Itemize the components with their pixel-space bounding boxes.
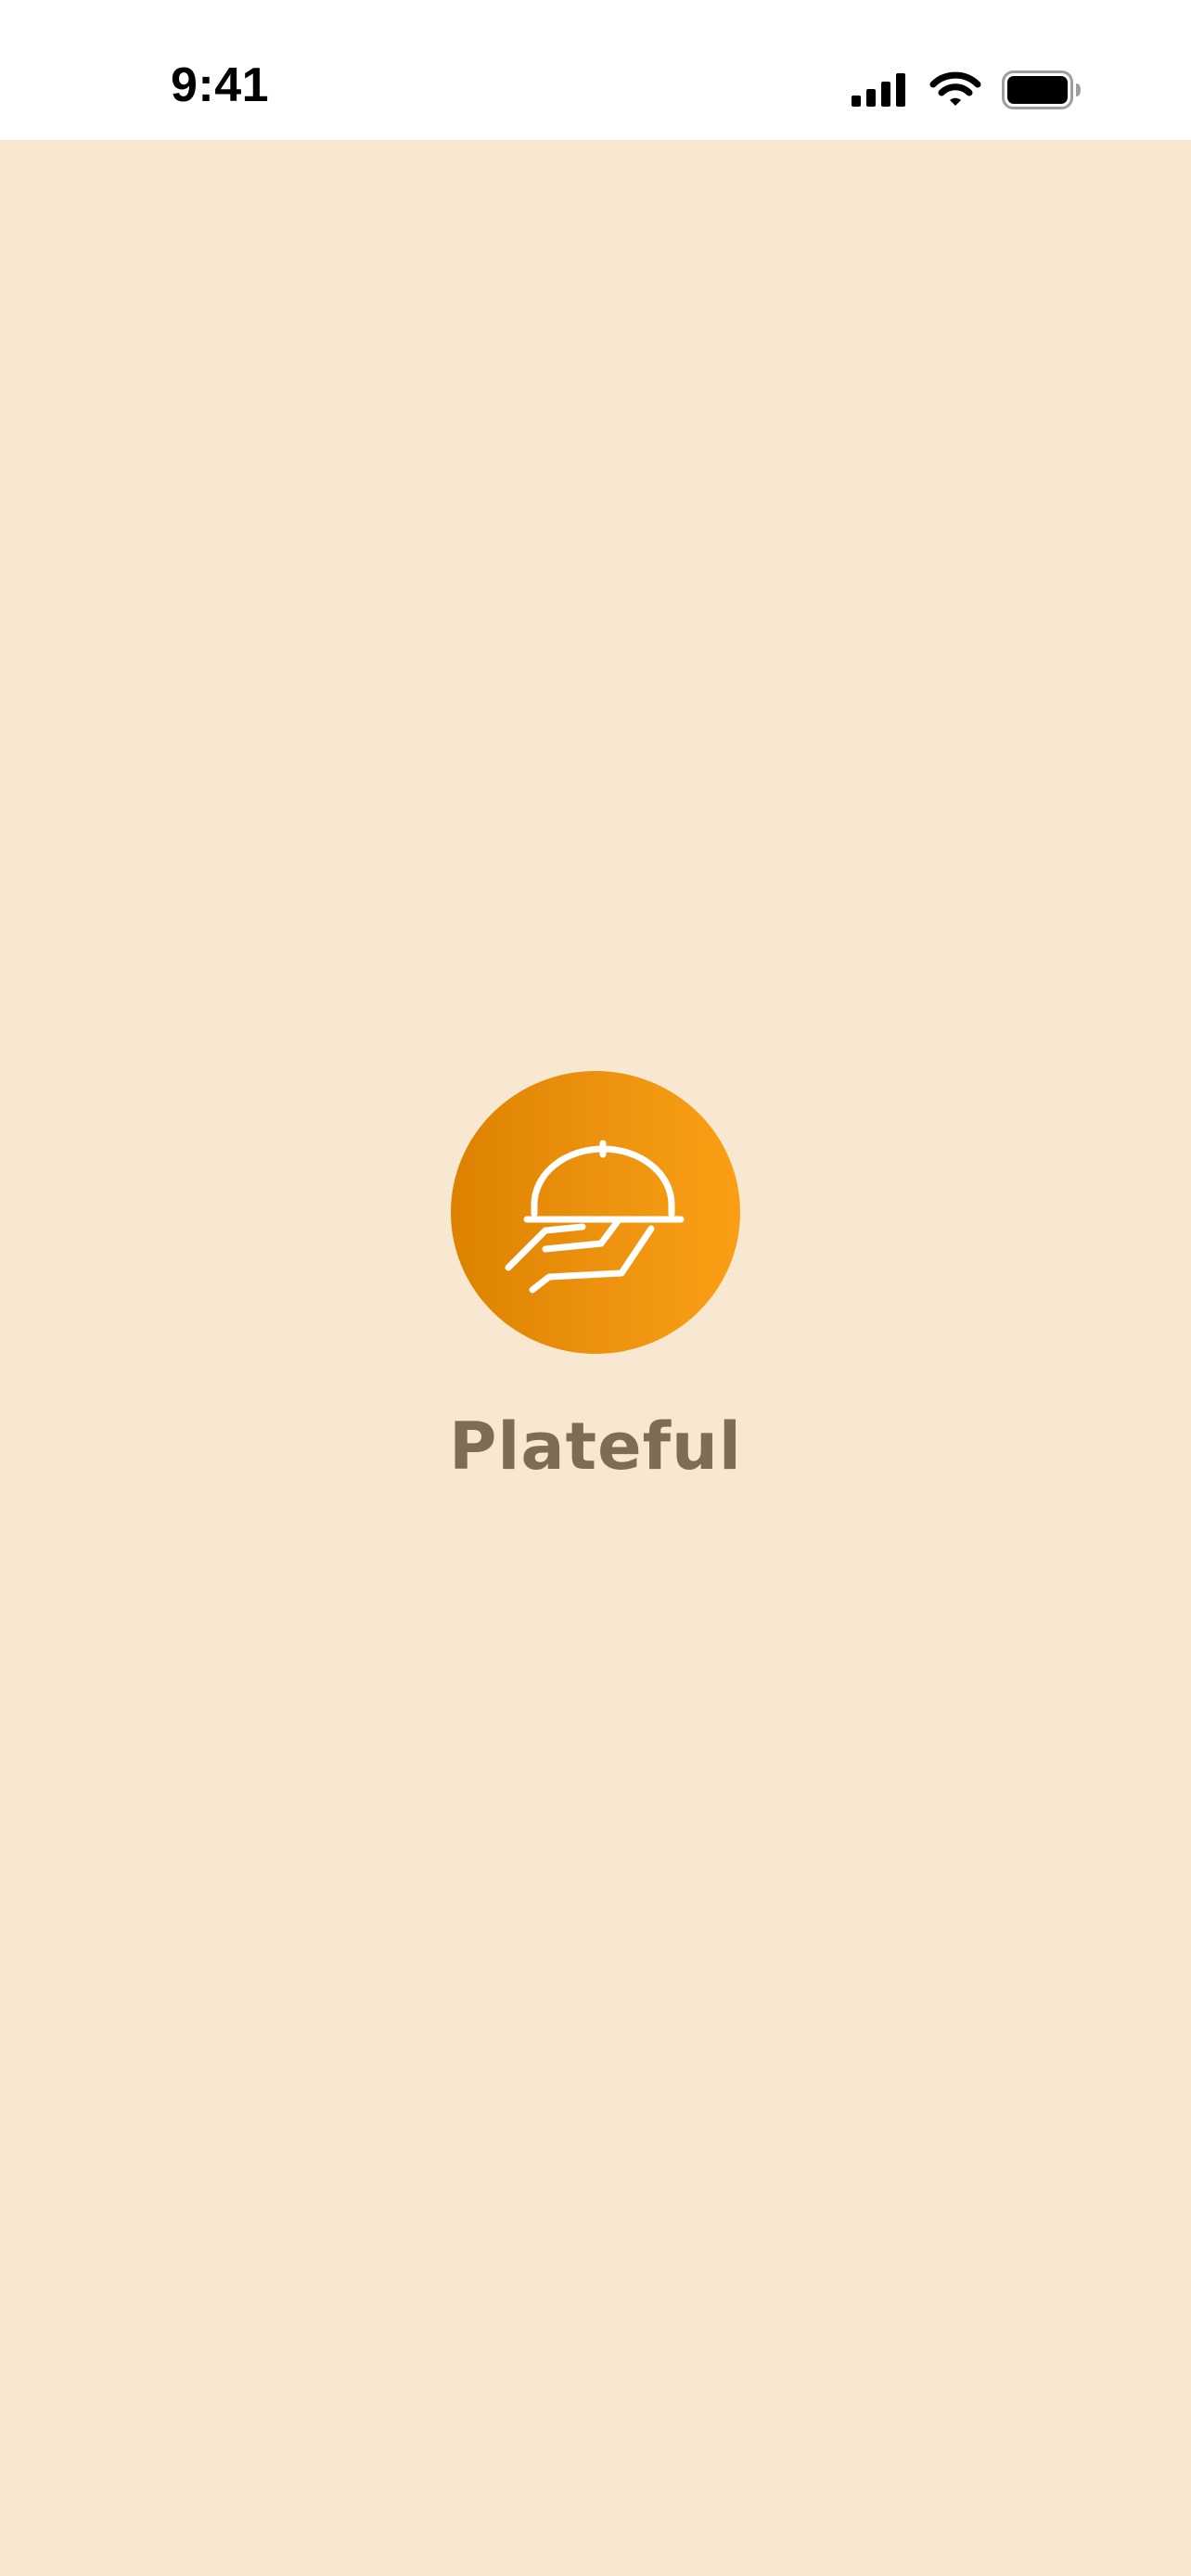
- app-logo: [451, 1071, 740, 1354]
- status-bar: 9:41: [0, 0, 1191, 140]
- wifi-icon: [929, 71, 981, 108]
- serving-cloche-hand-icon: [503, 1117, 688, 1307]
- status-time: 9:41: [171, 58, 270, 112]
- battery-icon: [1002, 70, 1082, 109]
- status-icons: [852, 67, 1082, 113]
- app-name: Plateful: [449, 1409, 742, 1485]
- cellular-signal-icon: [852, 73, 909, 107]
- splash-content: Plateful: [0, 1071, 1191, 1486]
